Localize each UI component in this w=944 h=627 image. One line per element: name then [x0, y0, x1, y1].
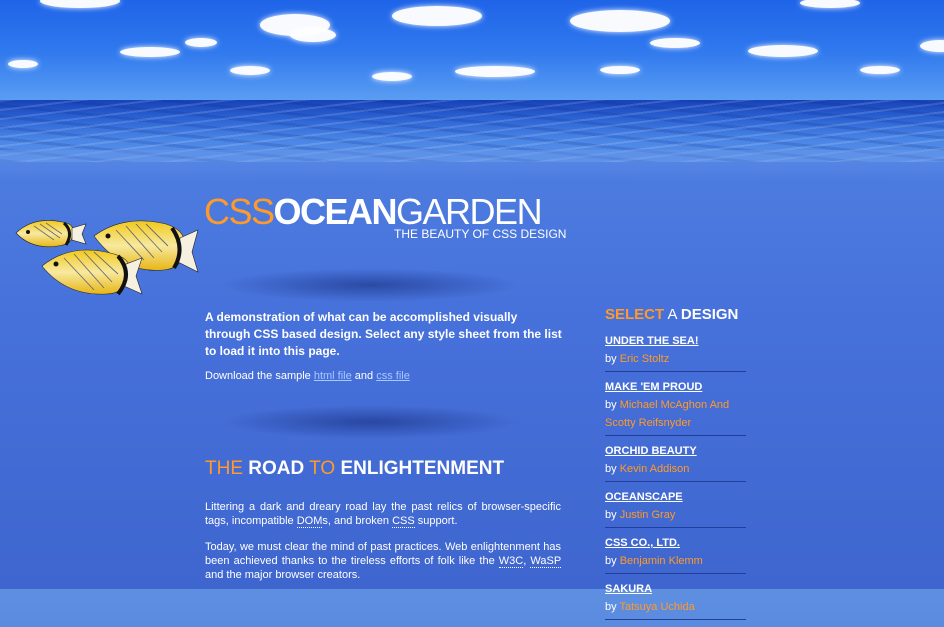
paragraph-road-1: Littering a dark and dreary road lay the…: [205, 500, 561, 528]
download-and: and: [351, 370, 377, 382]
design-author-link[interactable]: Kevin Addison: [620, 463, 690, 475]
text-span: and the major browser creators.: [205, 569, 361, 581]
select-design-heading: SELECT A DESIGN: [605, 306, 738, 323]
heading-a: A: [664, 306, 681, 323]
cloud: [392, 6, 482, 26]
design-list: UNDER THE SEA! by Eric Stoltz MAKE 'EM P…: [605, 333, 746, 627]
heading-design: DESIGN: [680, 306, 739, 323]
by-label: by: [605, 601, 620, 613]
heading-word: ROAD: [248, 458, 305, 479]
section-heading-road: THE ROAD TO ENLIGHTENMENT: [205, 458, 504, 480]
abbr-w3c: W3C: [498, 555, 524, 568]
design-author-link[interactable]: Eric Stoltz: [620, 353, 670, 365]
cloud: [800, 0, 860, 8]
by-label: by: [605, 399, 620, 411]
tagline: THE BEAUTY OF CSS DESIGN: [394, 227, 567, 241]
intro-text: A demonstration of what can be accomplis…: [205, 310, 562, 358]
heading-word: THE: [205, 458, 243, 479]
design-name-link[interactable]: ORCHID BEAUTY: [605, 443, 746, 459]
design-author-link[interactable]: Benjamin Klemm: [620, 555, 703, 567]
design-author-link[interactable]: Michael McAghon And Scotty Reifsnyder: [605, 399, 729, 429]
by-label: by: [605, 353, 620, 365]
cloud: [372, 72, 412, 81]
design-name-link[interactable]: CSS CO., LTD.: [605, 535, 746, 551]
cloud: [860, 66, 900, 74]
text-span: s, and broken: [322, 515, 393, 527]
design-item: CSS CO., LTD. by Benjamin Klemm: [605, 535, 746, 574]
cloud: [8, 60, 38, 68]
design-item: ORCHID BEAUTY by Kevin Addison: [605, 443, 746, 482]
sea-surface: [0, 100, 944, 180]
cloud: [230, 66, 270, 75]
download-prefix: Download the sample: [205, 370, 314, 382]
design-name-link[interactable]: MAKE 'EM PROUD: [605, 379, 746, 395]
cloud: [290, 28, 336, 42]
decorative-shadow: [220, 405, 520, 439]
heading-word: TO: [309, 458, 336, 479]
sky-banner: [0, 0, 944, 105]
design-item: UNDER THE SEA! by Eric Stoltz: [605, 333, 746, 372]
heading-word: ENLIGHTENMENT: [340, 458, 505, 479]
download-line: Download the sample html file and css fi…: [205, 370, 410, 382]
cloud: [748, 45, 818, 57]
cloud: [920, 40, 944, 52]
abbr-dom: DOM: [296, 515, 323, 528]
logo-part-ocean: OCEAN: [273, 191, 398, 232]
cloud: [600, 66, 640, 74]
design-name-link[interactable]: SAKURA: [605, 581, 746, 597]
abbr-wasp: WaSP: [530, 555, 561, 568]
design-item: SAKURA by Tatsuya Uchida: [605, 581, 746, 620]
design-name-link[interactable]: OCEANSCAPE: [605, 489, 746, 505]
html-file-link[interactable]: html file: [314, 370, 352, 382]
by-label: by: [605, 555, 620, 567]
logo-part-css: CSS: [204, 191, 275, 232]
css-file-link[interactable]: css file: [376, 370, 410, 382]
design-author-link[interactable]: Tatsuya Uchida: [619, 601, 694, 613]
fish-illustration: [15, 220, 199, 296]
design-item: MAKE 'EM PROUD by Michael McAghon And Sc…: [605, 379, 746, 436]
design-name-link[interactable]: UNDER THE SEA!: [605, 333, 746, 349]
cloud: [650, 38, 700, 48]
heading-select: SELECT: [605, 306, 665, 323]
design-item: OCEANSCAPE by Justin Gray: [605, 489, 746, 528]
cloud: [185, 38, 217, 47]
cloud: [455, 66, 535, 77]
logo-part-garden: GARDEN: [396, 191, 543, 232]
abbr-css: CSS: [392, 515, 415, 528]
by-label: by: [605, 509, 620, 521]
by-label: by: [605, 463, 620, 475]
text-span: support.: [414, 515, 458, 527]
decorative-shadow: [220, 268, 520, 302]
site-logo: CSSOCEANGARDEN: [204, 191, 543, 232]
cloud: [40, 0, 120, 8]
cloud: [570, 10, 670, 32]
cloud: [120, 47, 180, 57]
paragraph-road-2: Today, we must clear the mind of past pr…: [205, 540, 561, 582]
design-author-link[interactable]: Justin Gray: [620, 509, 676, 521]
